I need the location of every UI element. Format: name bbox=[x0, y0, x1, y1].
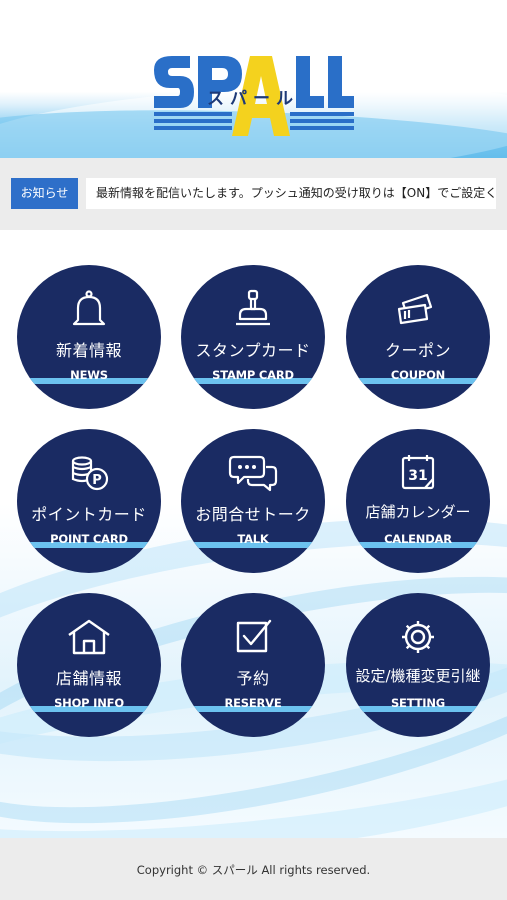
calendar-icon: 31 bbox=[401, 455, 435, 490]
menu-label-en: CALENDAR bbox=[384, 532, 452, 546]
menu-label-en: POINT CARD bbox=[50, 532, 128, 546]
svg-text:31: 31 bbox=[408, 468, 427, 484]
menu-label: スタンプカード bbox=[195, 341, 311, 360]
menu-label-en: TALK bbox=[237, 532, 269, 546]
menu-label-en: STAMP CARD bbox=[212, 368, 294, 382]
bell-icon bbox=[72, 290, 106, 326]
checkbox-icon bbox=[236, 619, 272, 653]
menu-label: ポイントカード bbox=[31, 505, 147, 524]
menu-label: お問合せトーク bbox=[195, 505, 311, 524]
menu-label: 店舗カレンダー bbox=[365, 503, 471, 521]
news-tag[interactable]: お知らせ bbox=[11, 178, 78, 209]
menu-stamp-card-button[interactable]: スタンプカード STAMP CARD bbox=[181, 265, 325, 409]
menu-label-en: SETTING bbox=[390, 696, 446, 710]
news-text: 最新情報を配信いたします。プッシュ通知の受け取りは【ON】でご設定ください。 bbox=[96, 186, 496, 200]
menu-label-en: SHOP INFO bbox=[54, 696, 124, 710]
menu-calendar-button[interactable]: 31 店舗カレンダー CALENDAR bbox=[346, 429, 490, 573]
menu-reserve-button[interactable]: 予約 RESERVE bbox=[181, 593, 325, 737]
menu-label: クーポン bbox=[384, 341, 451, 360]
menu-news-button[interactable]: 新着情報 NEWS bbox=[17, 265, 161, 409]
coins-icon: P bbox=[71, 456, 109, 491]
menu-label: 店舗情報 bbox=[55, 669, 122, 688]
menu-point-card-button[interactable]: P ポイントカード POINT CARD bbox=[17, 429, 161, 573]
spall-logo: スパール bbox=[154, 56, 354, 136]
menu-setting-button[interactable]: 設定/機種変更引継 SETTING bbox=[346, 593, 490, 737]
menu-label-en: COUPON bbox=[390, 368, 446, 382]
coupon-icon bbox=[397, 293, 433, 325]
menu-label-en: NEWS bbox=[70, 368, 108, 382]
house-icon bbox=[68, 619, 110, 655]
gear-icon bbox=[402, 621, 434, 653]
svg-text:スパール: スパール bbox=[207, 89, 299, 109]
menu-label: 新着情報 bbox=[55, 341, 122, 360]
chat-bubbles-icon bbox=[228, 455, 278, 492]
menu-label-en: RESERVE bbox=[224, 696, 282, 710]
menu-label: 予約 bbox=[236, 669, 270, 688]
menu-coupon-button[interactable]: クーポン COUPON bbox=[346, 265, 490, 409]
menu-label: 設定/機種変更引継 bbox=[355, 667, 481, 685]
svg-text:P: P bbox=[92, 473, 102, 488]
stamp-icon bbox=[236, 289, 270, 326]
app-header: スパール bbox=[0, 0, 507, 158]
copyright-text: Copyright © スパール All rights reserved. bbox=[136, 863, 371, 877]
menu-shop-info-button[interactable]: 店舗情報 SHOP INFO bbox=[17, 593, 161, 737]
news-ticker[interactable]: 最新情報を配信いたします。プッシュ通知の受け取りは【ON】でご設定ください。 bbox=[86, 178, 496, 209]
menu-talk-button[interactable]: お問合せトーク TALK bbox=[181, 429, 325, 573]
